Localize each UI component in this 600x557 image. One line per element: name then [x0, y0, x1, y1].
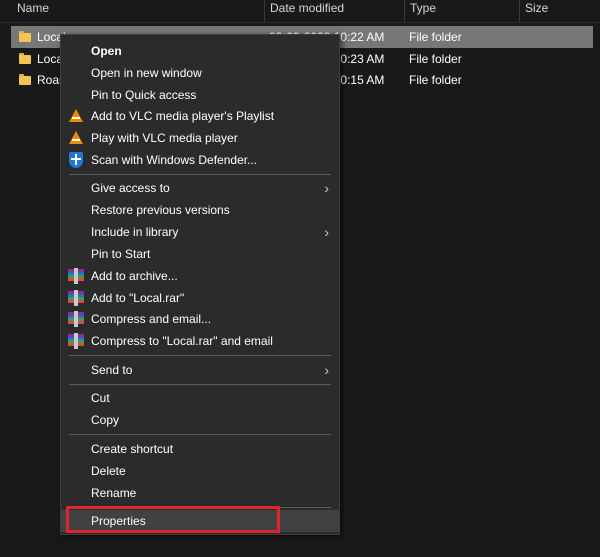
menu-separator [69, 384, 331, 385]
menu-item-defender-scan[interactable]: Scan with Windows Defender... [61, 149, 339, 171]
menu-item-label: Add to "Local.rar" [91, 291, 185, 305]
winrar-books-icon [68, 333, 84, 349]
menu-item-label: Pin to Start [91, 247, 151, 261]
menu-item-compress-local-rar-email[interactable]: Compress to "Local.rar" and email [61, 330, 339, 352]
menu-item-label: Compress to "Local.rar" and email [91, 334, 273, 348]
menu-item-send-to[interactable]: Send to › [61, 359, 339, 381]
menu-separator [69, 174, 331, 175]
menu-item-label: Rename [91, 486, 137, 500]
menu-item-vlc-play[interactable]: Play with VLC media player [61, 127, 339, 149]
column-header-bar: Name Date modified Type Size [0, 0, 600, 23]
chevron-right-icon: › [324, 362, 329, 378]
menu-item-label: Send to [91, 363, 133, 377]
winrar-books-icon [68, 268, 84, 284]
menu-separator [69, 434, 331, 435]
menu-item-label: Play with VLC media player [91, 131, 238, 145]
menu-item-label: Include in library [91, 225, 179, 239]
menu-item-label: Restore previous versions [91, 203, 230, 217]
vlc-cone-icon [68, 130, 84, 146]
column-header-date-modified[interactable]: Date modified [265, 0, 344, 22]
menu-item-rename[interactable]: Rename [61, 482, 339, 504]
menu-item-label: Give access to [91, 181, 170, 195]
chevron-right-icon: › [324, 224, 329, 240]
menu-item-label: Copy [91, 413, 120, 427]
menu-item-label: Open in new window [91, 66, 202, 80]
menu-item-add-archive[interactable]: Add to archive... [61, 265, 339, 287]
menu-separator [69, 355, 331, 356]
folder-icon [19, 74, 31, 85]
menu-item-label: Pin to Quick access [91, 88, 197, 102]
menu-item-label: Scan with Windows Defender... [91, 153, 258, 167]
menu-item-label: Cut [91, 391, 110, 405]
menu-item-give-access[interactable]: Give access to › [61, 177, 339, 199]
column-header-name[interactable]: Name [12, 0, 49, 22]
menu-item-label: Compress and email... [91, 312, 212, 326]
menu-item-add-local-rar[interactable]: Add to "Local.rar" [61, 287, 339, 309]
menu-item-label: Delete [91, 464, 126, 478]
menu-item-include-library[interactable]: Include in library › [61, 221, 339, 243]
windows-defender-shield-icon [68, 152, 84, 168]
menu-item-pin-quick-access[interactable]: Pin to Quick access [61, 84, 339, 106]
menu-item-compress-email[interactable]: Compress and email... [61, 308, 339, 330]
winrar-books-icon [68, 311, 84, 327]
menu-item-pin-start[interactable]: Pin to Start [61, 243, 339, 265]
menu-item-label: Create shortcut [91, 442, 174, 456]
menu-item-label: Open [91, 44, 122, 58]
menu-item-copy[interactable]: Copy [61, 409, 339, 431]
menu-item-cut[interactable]: Cut [61, 387, 339, 409]
winrar-books-icon [68, 290, 84, 306]
column-header-type[interactable]: Type [405, 0, 436, 22]
file-type: File folder [409, 30, 462, 44]
menu-item-open[interactable]: Open [61, 40, 339, 62]
menu-item-label: Add to VLC media player's Playlist [91, 109, 275, 123]
folder-icon [19, 31, 31, 42]
vlc-cone-icon [68, 108, 84, 124]
menu-item-restore-versions[interactable]: Restore previous versions [61, 199, 339, 221]
menu-item-vlc-playlist[interactable]: Add to VLC media player's Playlist [61, 105, 339, 127]
file-type: File folder [409, 52, 462, 66]
menu-item-label: Add to archive... [91, 269, 178, 283]
chevron-right-icon: › [324, 180, 329, 196]
context-menu: Open Open in new window Pin to Quick acc… [60, 34, 340, 535]
menu-item-delete[interactable]: Delete [61, 460, 339, 482]
column-header-size[interactable]: Size [520, 0, 548, 22]
folder-icon [19, 53, 31, 64]
file-type: File folder [409, 73, 462, 87]
properties-highlight-outline [66, 506, 280, 533]
menu-item-open-new-window[interactable]: Open in new window [61, 62, 339, 84]
menu-item-create-shortcut[interactable]: Create shortcut [61, 438, 339, 460]
